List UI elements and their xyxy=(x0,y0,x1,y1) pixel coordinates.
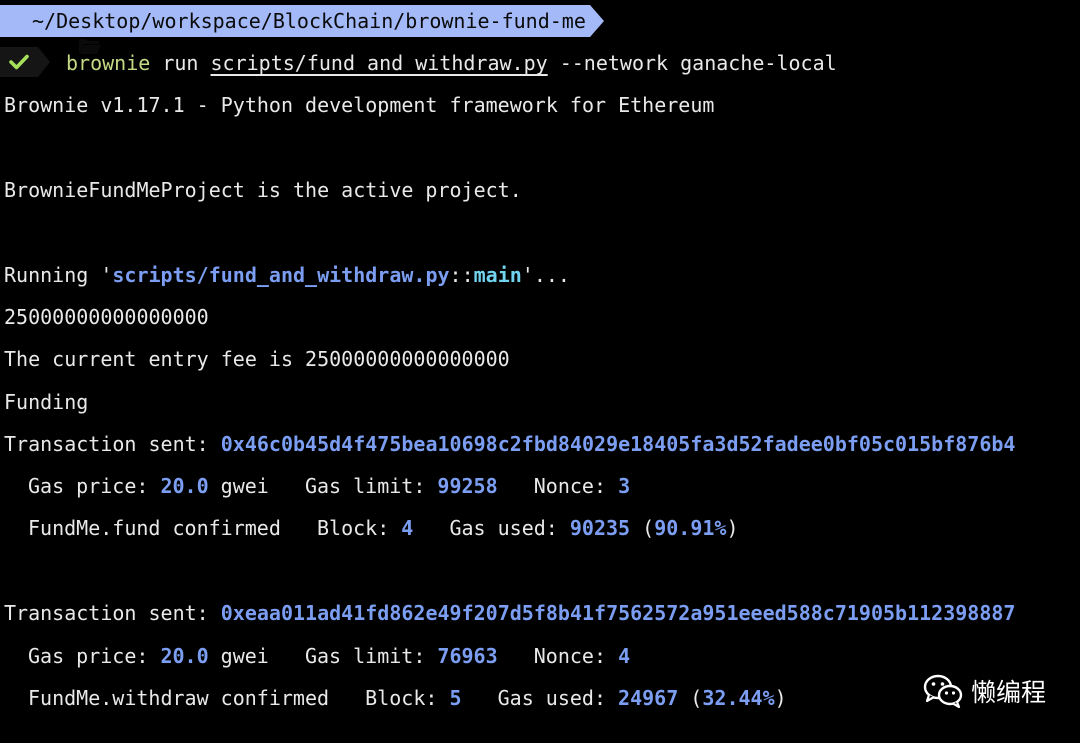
tx-gas-line: Gas price: 20.0 gwei Gas limit: 76963 No… xyxy=(28,642,630,670)
gas-price-value: 20.0 xyxy=(160,474,209,498)
gas-used-label: Gas used: xyxy=(449,516,570,540)
tx-sent-line: Transaction sent: 0xeaa011ad41fd862e49f2… xyxy=(4,599,1015,627)
value-line: 25000000000000000 xyxy=(4,305,209,329)
command-script-arg: scripts/fund_and_withdraw.py xyxy=(210,51,548,75)
version-line: Brownie v1.17.1 - Python development fra… xyxy=(4,93,715,117)
command-line[interactable]: brownie run scripts/fund_and_withdraw.py… xyxy=(66,49,837,77)
running-suffix: '... xyxy=(521,263,570,287)
project-line: BrownieFundMeProject is the active proje… xyxy=(4,178,522,202)
gas-used-value: 90235 xyxy=(569,516,631,540)
tx-gas-line: Gas price: 20.0 gwei Gas limit: 99258 No… xyxy=(28,472,630,500)
prompt-path-arrow xyxy=(590,5,604,37)
prompt-path: ~/Desktop/workspace/BlockChain/brownie-f… xyxy=(32,9,586,33)
block-value: 4 xyxy=(401,516,414,540)
entry-fee-line: The current entry fee is 250000000000000… xyxy=(4,347,510,371)
gas-used-label: Gas used: xyxy=(497,686,619,710)
tx-confirmed-line: FundMe.withdraw confirmed Block: 5 Gas u… xyxy=(28,686,787,710)
command-subcommand: run xyxy=(162,51,199,75)
watermark-text: 懒编程 xyxy=(970,678,1046,707)
gas-limit-label: Gas limit: xyxy=(304,644,438,668)
wechat-icon xyxy=(923,674,963,708)
nonce-value: 4 xyxy=(618,644,631,668)
block-label: Block: xyxy=(317,516,402,540)
confirmed-label: FundMe.withdraw confirmed xyxy=(28,686,330,710)
nonce-value: 3 xyxy=(618,474,631,498)
running-line: Running 'scripts/fund_and_withdraw.py::m… xyxy=(4,261,570,289)
running-func: main xyxy=(473,263,522,287)
folder-open-icon xyxy=(6,12,102,54)
gas-price-value: 20.0 xyxy=(160,644,209,668)
tx-confirmed-line: FundMe.fund confirmed Block: 4 Gas used:… xyxy=(28,516,739,540)
running-script: scripts/fund_and_withdraw.py xyxy=(112,263,450,287)
confirmed-label: FundMe.fund confirmed xyxy=(28,516,281,540)
gas-limit-value: 99258 xyxy=(437,474,498,498)
prompt-status-segment xyxy=(0,47,38,77)
check-icon xyxy=(9,54,29,70)
funding-line: Funding xyxy=(4,390,89,414)
gas-used-value: 24967 xyxy=(618,686,679,710)
prompt-status-arrow xyxy=(38,47,50,77)
gas-used-percent: 32.44% xyxy=(702,686,775,710)
watermark: 懒编程 xyxy=(923,673,1046,709)
terminal-window[interactable]: ~/Desktop/workspace/BlockChain/brownie-f… xyxy=(0,0,1080,743)
gas-limit-label: Gas limit: xyxy=(304,474,438,498)
command-program: brownie xyxy=(66,51,151,75)
nonce-label: Nonce: xyxy=(533,474,619,498)
running-sep: :: xyxy=(449,263,474,287)
gas-price-label: Gas price: xyxy=(28,474,161,498)
tx-sent-label: Transaction sent: xyxy=(4,601,221,625)
tx-sent-line: Transaction sent: 0x46c0b45d4f475bea1069… xyxy=(4,430,1015,458)
prompt-path-segment: ~/Desktop/workspace/BlockChain/brownie-f… xyxy=(0,5,590,54)
tx-hash[interactable]: 0x46c0b45d4f475bea10698c2fbd84029e18405f… xyxy=(221,432,1016,456)
gas-used-percent: 90.91% xyxy=(654,516,727,540)
gas-price-unit: gwei xyxy=(208,474,269,498)
gas-limit-value: 76963 xyxy=(437,644,498,668)
block-value: 5 xyxy=(449,686,462,710)
block-label: Block: xyxy=(365,686,450,710)
nonce-label: Nonce: xyxy=(533,644,619,668)
running-prefix: Running ' xyxy=(4,263,113,287)
gas-price-label: Gas price: xyxy=(28,644,161,668)
tx-sent-label: Transaction sent: xyxy=(4,432,221,456)
command-options: --network ganache-local xyxy=(559,51,837,75)
gas-price-unit: gwei xyxy=(208,644,269,668)
tx-hash[interactable]: 0xeaa011ad41fd862e49f207d5f8b41f7562572a… xyxy=(221,601,1016,625)
